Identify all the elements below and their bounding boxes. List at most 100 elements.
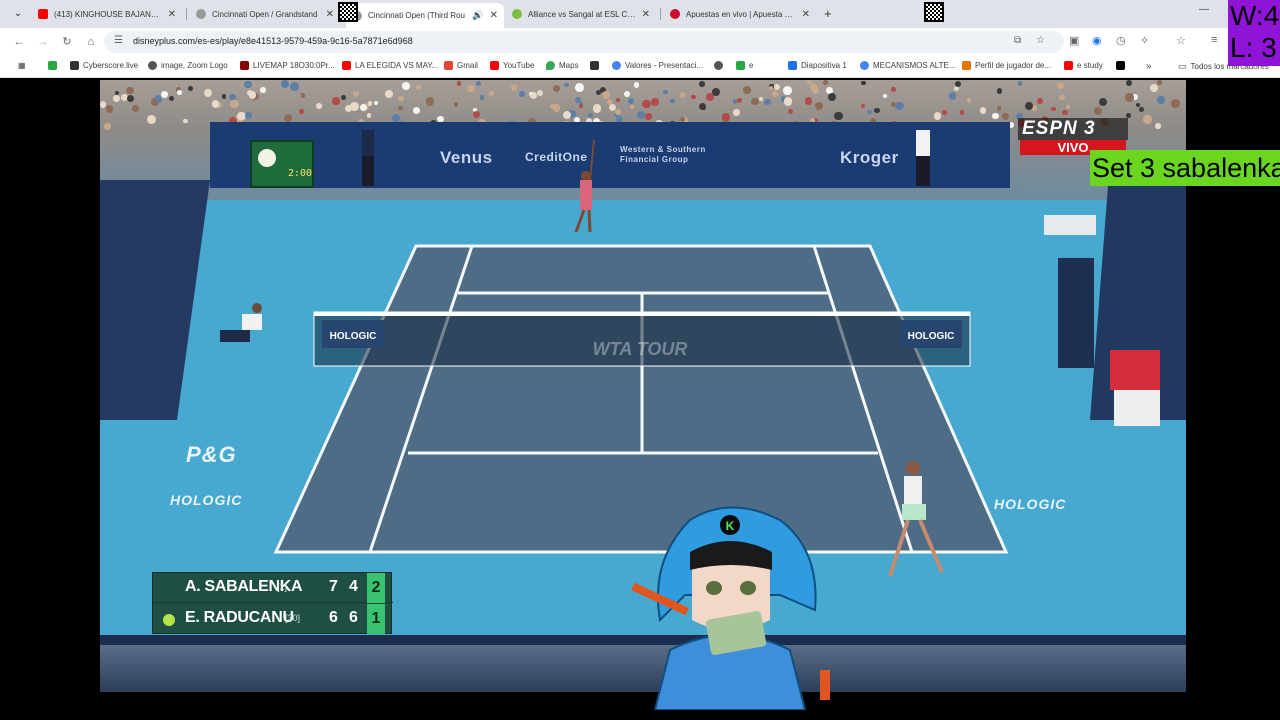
- extension-sound-icon[interactable]: ◉: [1092, 34, 1102, 47]
- leaf-favicon-icon: [48, 61, 57, 70]
- bookmark-item[interactable]: Maps: [546, 61, 579, 70]
- bookmarks-star-icon[interactable]: ☆: [1176, 34, 1186, 47]
- bookmark-item[interactable]: image, Zoom Logo: [148, 61, 228, 70]
- tab-third-round-active[interactable]: Cincinnati Open (Third Rou 🔊 ✕: [346, 3, 504, 28]
- tab-grandstand[interactable]: Cincinnati Open / Grandstand ✕: [190, 3, 340, 25]
- set3-score: 2: [367, 573, 385, 603]
- bookmark-item[interactable]: Gmail: [444, 61, 478, 70]
- audio-playing-icon[interactable]: 🔊: [472, 10, 483, 21]
- extensions-puzzle-icon[interactable]: ✧: [1140, 34, 1149, 47]
- bookmark-label: Perfil de jugador de...: [975, 61, 1052, 70]
- extension-history-icon[interactable]: ◷: [1116, 34, 1126, 47]
- umpire-chair: [1044, 215, 1096, 368]
- home-icon[interactable]: ⌂: [84, 35, 98, 49]
- youtube-favicon-icon: [1064, 61, 1073, 70]
- line-judge-far: [916, 130, 930, 186]
- bookmarks-overflow-button[interactable]: »: [1146, 61, 1152, 72]
- espn-logo: ESPN 3: [1018, 118, 1128, 140]
- slides-favicon-icon: [788, 61, 797, 70]
- close-tab-icon[interactable]: ✕: [642, 9, 650, 20]
- bookmarks-bar: ▦ Cyberscore.live image, Zoom Logo LIVEM…: [0, 56, 1280, 78]
- line-judge-far-left: [362, 130, 374, 186]
- minimize-window-button[interactable]: —: [1199, 4, 1209, 15]
- net-logo-text: WTA TOUR: [593, 339, 688, 359]
- bookmark-label: Valores - Presentaci...: [625, 61, 704, 70]
- close-tab-icon[interactable]: ✕: [802, 9, 810, 20]
- bookmark-item[interactable]: Diapositiva 1: [788, 61, 847, 70]
- bookmark-label: image, Zoom Logo: [161, 61, 228, 70]
- avatar-eye-left: [706, 581, 722, 595]
- tab-title: Apuestas en vivo | Apuesta Tota: [686, 9, 796, 19]
- gmail-favicon-icon: [444, 61, 453, 70]
- bookmark-item[interactable]: e study: [1064, 61, 1103, 70]
- chrome-favicon-icon: [860, 61, 869, 70]
- chrome-favicon-icon: [612, 61, 621, 70]
- tab-kinghouse[interactable]: (413) KINGHOUSE BAJANDO P ✕: [32, 3, 182, 25]
- bookmark-item[interactable]: [714, 61, 727, 70]
- globe-favicon-icon: [148, 61, 157, 70]
- bookmark-item[interactable]: Cyberscore.live: [70, 61, 138, 70]
- tab-apuestas[interactable]: Apuestas en vivo | Apuesta Tota ✕: [664, 3, 816, 25]
- apps-grid-icon[interactable]: ▦: [18, 61, 26, 70]
- bookmark-item[interactable]: [1116, 61, 1129, 70]
- menu-icon[interactable]: ≡: [1211, 34, 1217, 46]
- bookmark-item[interactable]: YouTube: [490, 61, 534, 70]
- player-seed: [1]: [277, 582, 288, 592]
- close-tab-icon[interactable]: ✕: [490, 10, 498, 21]
- screen: ⌄ (413) KINGHOUSE BAJANDO P ✕ Cincinnati…: [0, 0, 1280, 720]
- youtube-favicon-icon: [342, 61, 351, 70]
- betting-favicon-icon: [670, 9, 680, 19]
- bookmark-label: LA ELEGIDA VS MAY...: [355, 61, 439, 70]
- bookmark-item[interactable]: LA ELEGIDA VS MAY...: [342, 61, 438, 70]
- set2-score: 6: [349, 609, 358, 626]
- bookmark-item[interactable]: Perfil de jugador de...: [962, 61, 1051, 70]
- scoreboard-row-sabalenka: A. SABALENKA [1] 7 4 2: [153, 573, 393, 603]
- net-tape: [314, 312, 970, 316]
- bookmark-item[interactable]: e: [736, 61, 753, 70]
- tab-divider: [186, 8, 187, 20]
- youtube-favicon-icon: [490, 61, 499, 70]
- bookmark-item[interactable]: [48, 61, 61, 70]
- qr-code-icon: [924, 2, 944, 22]
- site-info-icon[interactable]: ☰: [114, 35, 123, 46]
- livemap-favicon-icon: [240, 61, 249, 70]
- leaf-favicon-icon: [736, 61, 745, 70]
- bookmark-item[interactable]: LIVEMAP 18O30:0Pr...: [240, 61, 335, 70]
- bookmark-label: MECANISMOS ALTE...: [873, 61, 956, 70]
- scoreboard: A. SABALENKA [1] 7 4 2 E. RADUCANU [30] …: [152, 572, 393, 634]
- back-arrow-icon[interactable]: ←: [12, 35, 26, 49]
- qr-code-icon: [338, 2, 358, 22]
- bookmark-label: YouTube: [503, 61, 535, 70]
- net-ad-text: HOLOGIC: [908, 331, 955, 342]
- bookmark-item[interactable]: [590, 61, 603, 70]
- bookmark-label: e: [749, 61, 754, 70]
- wins-text: W:4: [1230, 0, 1280, 31]
- globe-favicon-icon: [714, 61, 723, 70]
- bookmark-item[interactable]: MECANISMOS ALTE...: [860, 61, 956, 70]
- url-text[interactable]: disneyplus.com/es-es/play/e8e41513-9579-…: [133, 36, 413, 46]
- red-bag: [1110, 350, 1160, 390]
- maps-pin-favicon-icon: [546, 61, 555, 70]
- profile-favicon-icon: [962, 61, 971, 70]
- close-tab-icon[interactable]: ✕: [326, 9, 334, 20]
- close-tab-icon[interactable]: ✕: [168, 9, 176, 20]
- forward-arrow-icon[interactable]: →: [36, 35, 50, 49]
- browser-toolbar: ← → ↻ ⌂ ☰ disneyplus.com/es-es/play/e8e4…: [0, 28, 1280, 56]
- new-tab-button[interactable]: +: [824, 6, 832, 21]
- tab-search-chevron-icon[interactable]: ⌄: [10, 6, 26, 22]
- net-ad-text: HOLOGIC: [330, 331, 377, 342]
- losses-text: L: 3: [1230, 32, 1277, 63]
- tab-alliance-vs-sangal[interactable]: Alliance vs Sangal at ESL Challe ✕: [506, 3, 656, 25]
- tab-strip: ⌄ (413) KINGHOUSE BAJANDO P ✕ Cincinnati…: [0, 0, 1280, 28]
- bookmark-star-icon[interactable]: ☆: [1036, 35, 1045, 46]
- install-app-icon[interactable]: ⧉: [1014, 35, 1021, 46]
- serving-ball-icon: [163, 614, 175, 626]
- address-bar[interactable]: ☰ disneyplus.com/es-es/play/e8e41513-957…: [104, 31, 1064, 53]
- rifle-stock-icon: [820, 670, 830, 700]
- reload-icon[interactable]: ↻: [60, 35, 74, 49]
- x-favicon-icon: [1116, 61, 1125, 70]
- player-name: E. RADUCANU: [185, 609, 294, 626]
- cooler-box: [1114, 390, 1160, 426]
- extension-square-icon[interactable]: ▣: [1069, 34, 1079, 47]
- bookmark-item[interactable]: Valores - Presentaci...: [612, 61, 703, 70]
